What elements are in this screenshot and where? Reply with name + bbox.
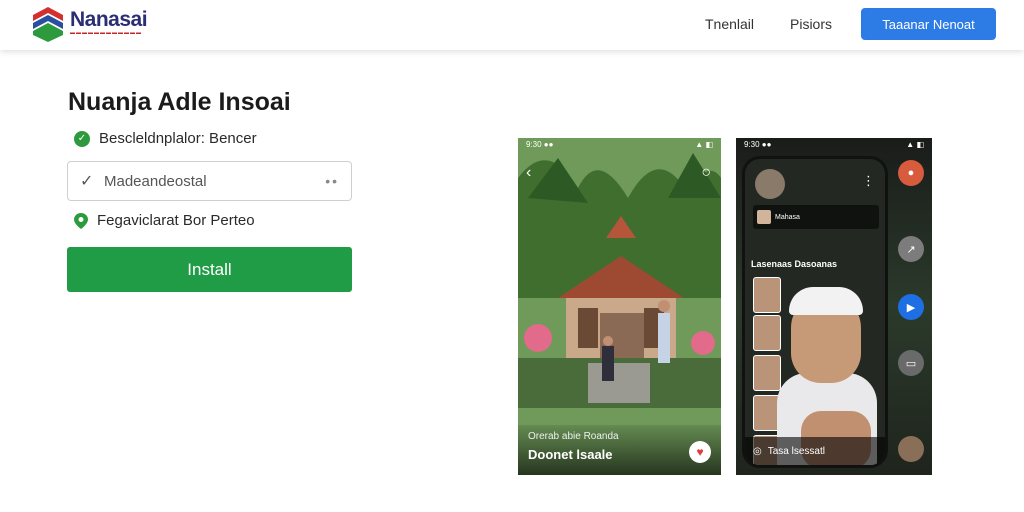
chat-text: Mahasa	[775, 213, 800, 221]
avatar[interactable]	[755, 169, 785, 199]
install-button[interactable]: Install	[67, 247, 352, 292]
heart-button[interactable]: ♥	[689, 441, 711, 463]
participant-tile[interactable]	[753, 315, 781, 351]
phone-mockup: ⋮ Mahasa Lasenaas Dasoanas ◎ Tasa lsessa…	[742, 156, 888, 468]
participant-tile[interactable]	[753, 355, 781, 391]
caption-title: Doonet lsaale	[528, 447, 613, 462]
status-icons: ▲ ◧	[906, 140, 924, 149]
location-text: Fegaviclarat Bor Perteo	[97, 212, 255, 229]
nav-link-1[interactable]: Tnenlail	[705, 16, 754, 32]
avatar	[757, 210, 771, 224]
status-time: 9:30 ●●	[526, 140, 554, 149]
caption-bar: Orerab abie Roanda Doonet lsaale ♥	[518, 425, 721, 475]
header-cta-button[interactable]: Taaanar Nenoat	[861, 8, 996, 40]
live-label: Lasenaas Dasoanas	[751, 259, 838, 269]
status-bar: 9:30 ●● ▲ ◧	[736, 138, 932, 152]
presenter-cap	[789, 287, 863, 315]
top-header: Nanasai ▬▬▬▬▬▬▬▬▬▬▬▬ Tnenlail Pisiors Ta…	[0, 0, 1024, 50]
check-circle-icon: ✓	[74, 130, 90, 147]
status-time: 9:30 ●●	[744, 140, 772, 149]
search-icon[interactable]: ○	[701, 164, 711, 182]
brand-logo-icon[interactable]	[30, 5, 66, 43]
chat-icon[interactable]: ▭	[898, 350, 924, 376]
selection-field[interactable]: ✓ Madeandeostal ••	[67, 161, 352, 201]
app-screenshot-2[interactable]: 9:30 ●● ▲ ◧ ⋮ Mahasa Lasenaas Dasoanas ◎…	[736, 138, 932, 475]
status-bar: 9:30 ●● ▲ ◧	[518, 138, 721, 152]
feature-row: ✓ Bescleldnplalor: Bencer	[74, 130, 257, 147]
play-icon[interactable]: ▶	[898, 294, 924, 320]
checkmark-icon: ✓	[80, 173, 94, 190]
page-title: Nuanja Adle Insoai	[68, 88, 291, 116]
location-bar-text: Tasa lsessatl	[767, 445, 825, 457]
map-pin-icon	[74, 212, 88, 229]
nav-link-2[interactable]: Pisiors	[790, 16, 832, 32]
app-screenshot-1[interactable]: 9:30 ●● ▲ ◧ ‹ ○ Orerab abie Roanda Doone…	[518, 138, 721, 475]
location-bar: ◎ Tasa lsessatl	[745, 437, 885, 465]
caption-subtitle: Orerab abie Roanda	[528, 431, 619, 442]
heart-icon: ♥	[696, 445, 704, 459]
more-options-icon[interactable]: ••	[325, 173, 339, 189]
brand[interactable]: Nanasai ▬▬▬▬▬▬▬▬▬▬▬▬	[70, 8, 148, 36]
selection-field-value: Madeandeostal	[104, 172, 207, 190]
participant-tile[interactable]	[753, 277, 781, 313]
brand-tagline: ▬▬▬▬▬▬▬▬▬▬▬▬	[70, 30, 142, 36]
feature-text: Bescleldnplalor: Bencer	[99, 130, 257, 147]
location-row: Fegaviclarat Bor Perteo	[74, 212, 255, 229]
chat-message: Mahasa	[753, 205, 879, 229]
status-icons: ▲ ◧	[695, 140, 713, 149]
record-icon[interactable]: ●	[898, 160, 924, 186]
brand-name: Nanasai	[70, 8, 148, 31]
share-icon[interactable]: ↗	[898, 236, 924, 262]
more-vertical-icon[interactable]: ⋮	[862, 173, 875, 189]
location-pin-icon: ◎	[753, 445, 762, 457]
back-arrow-icon[interactable]: ‹	[526, 164, 531, 182]
avatar[interactable]	[898, 436, 924, 462]
